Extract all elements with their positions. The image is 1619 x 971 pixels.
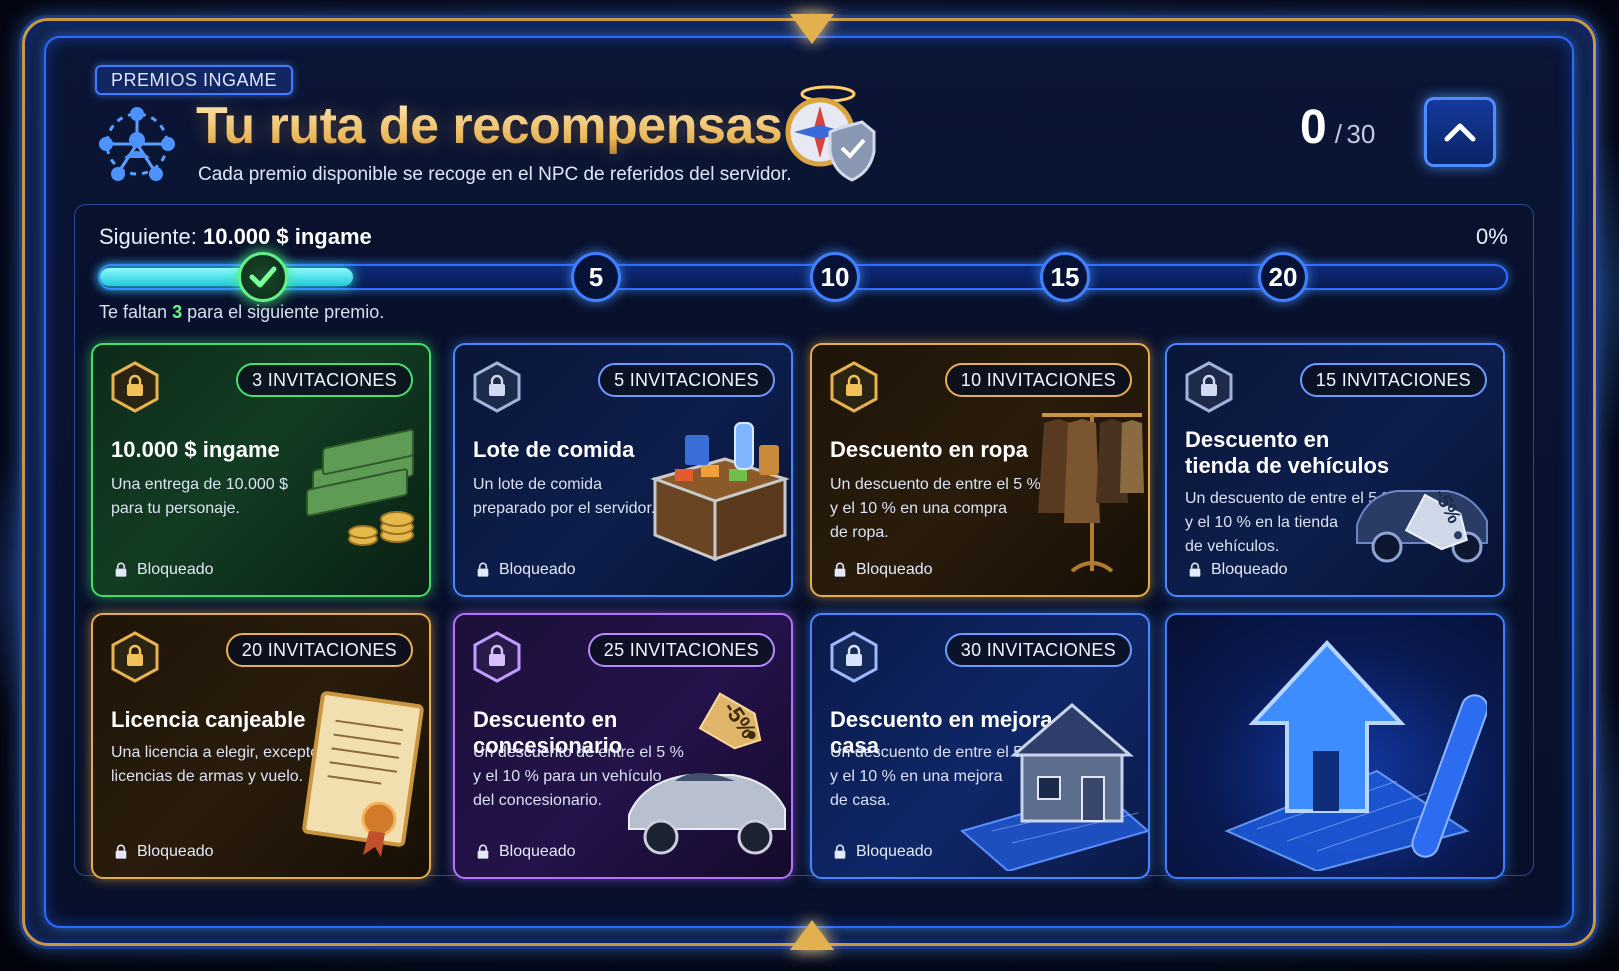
hint-prefix: Te faltan xyxy=(99,302,168,322)
collapse-button[interactable] xyxy=(1424,97,1496,167)
next-reward-label: Siguiente: 10.000 $ ingame xyxy=(99,224,372,250)
desc-line: para tu personaje. xyxy=(111,500,240,517)
milestone-10: 10 xyxy=(810,252,860,302)
upgrade-feature-card xyxy=(1165,613,1505,879)
reward-card-20[interactable]: 20 INVITACIONES Licencia canjeable Una l… xyxy=(91,613,431,879)
requirement-pill: 25 INVITACIONES xyxy=(587,633,775,667)
status-text: Bloqueado xyxy=(137,843,214,860)
next-reward-prefix: Siguiente: xyxy=(99,224,197,249)
lock-badge-icon xyxy=(473,361,521,413)
lock-badge-icon xyxy=(830,631,878,683)
food-crate-icon xyxy=(650,422,790,562)
desc-line: Un lote de comida xyxy=(473,476,602,493)
reward-title: Descuento en ropa xyxy=(830,437,1029,462)
status-label: Bloqueado xyxy=(832,561,933,579)
progress-hint: Te faltan 3 para el siguiente premio. xyxy=(99,302,384,323)
requirement-pill: 20 INVITACIONES xyxy=(225,633,413,667)
lock-icon xyxy=(476,844,490,860)
reward-card-30[interactable]: 30 INVITACIONES Descuento en mejora de c… xyxy=(810,613,1150,879)
lock-badge-icon xyxy=(1185,361,1233,413)
car-tag-icon xyxy=(1356,490,1488,563)
counter-separator: / xyxy=(1334,119,1342,149)
sports-car-icon xyxy=(628,692,786,855)
reward-card-25[interactable]: 25 INVITACIONES Descuento en concesionar… xyxy=(453,613,793,879)
milestone-check xyxy=(238,252,288,302)
referral-network-icon xyxy=(99,107,175,181)
requirement-pill: 10 INVITACIONES xyxy=(944,363,1132,397)
desc-line: de ropa. xyxy=(830,524,889,541)
requirement-pill: 3 INVITACIONES xyxy=(236,363,413,397)
compass-shield-icon xyxy=(785,85,876,182)
lock-icon xyxy=(833,844,847,860)
lock-icon xyxy=(833,562,847,578)
desc-line: y el 10 % en una compra xyxy=(830,500,1007,517)
reward-description: Un lote de comida preparado por el servi… xyxy=(473,473,655,521)
lock-badge-icon xyxy=(111,361,159,413)
lock-badge-icon xyxy=(111,631,159,683)
next-reward-value: 10.000 $ ingame xyxy=(202,224,372,249)
progress-percent: 0% xyxy=(1476,224,1508,249)
requirement-pill: 5 INVITACIONES xyxy=(598,363,775,397)
reward-title: 10.000 $ ingame xyxy=(111,437,280,462)
counter-current: 0 xyxy=(1300,101,1327,154)
certificate-icon xyxy=(302,691,424,857)
hint-count: 3 xyxy=(172,302,183,322)
chevron-up-icon xyxy=(1444,123,1476,142)
status-label: Bloqueado xyxy=(113,561,214,579)
house-blueprint-icon xyxy=(959,703,1148,871)
status-label: Bloqueado xyxy=(832,843,933,861)
clothes-rack-icon xyxy=(1038,413,1144,573)
reward-description: Un descuento de entre el 5 % y el 10 % e… xyxy=(830,473,1041,545)
status-label: Bloqueado xyxy=(475,843,576,861)
reward-card-10[interactable]: 10 INVITACIONES Descuento en ropa Un des… xyxy=(810,343,1150,597)
lock-icon xyxy=(476,562,490,578)
reward-title: Licencia canjeable xyxy=(111,707,306,732)
status-label: Bloqueado xyxy=(475,561,576,579)
reward-description: Una entrega de 10.000 $ para tu personaj… xyxy=(111,473,288,521)
milestone-15: 15 xyxy=(1040,252,1090,302)
milestone-20: 20 xyxy=(1258,252,1308,302)
reward-card-15[interactable]: 15 INVITACIONES Descuento en tienda de v… xyxy=(1165,343,1505,597)
lock-badge-icon xyxy=(830,361,878,413)
lock-icon xyxy=(114,844,128,860)
hint-suffix: para el siguiente premio. xyxy=(187,302,385,322)
page-subtitle: Cada premio disponible se recoge en el N… xyxy=(198,164,792,185)
status-text: Bloqueado xyxy=(499,843,576,860)
status-text: Bloqueado xyxy=(137,561,214,578)
money-stack-icon xyxy=(306,429,414,546)
bottom-ornament xyxy=(790,920,834,950)
lock-icon xyxy=(1188,562,1202,578)
desc-line: preparado por el servidor. xyxy=(473,500,656,517)
invitation-counter: 0/ 30 xyxy=(1300,100,1375,155)
reward-card-3[interactable]: 3 INVITACIONES 10.000 $ ingame Una entre… xyxy=(91,343,431,597)
status-text: Bloqueado xyxy=(499,561,576,578)
status-label: Bloqueado xyxy=(1187,561,1288,579)
requirement-pill: 15 INVITACIONES xyxy=(1299,363,1487,397)
requirement-pill: 30 INVITACIONES xyxy=(944,633,1132,667)
lock-badge-icon xyxy=(473,631,521,683)
lock-icon xyxy=(114,562,128,578)
section-badge: PREMIOS INGAME xyxy=(95,65,294,95)
desc-line: Una entrega de 10.000 $ xyxy=(111,476,289,493)
top-ornament xyxy=(790,14,834,44)
page-title: Tu ruta de recompensas xyxy=(196,97,783,155)
progress-fill xyxy=(100,268,353,286)
milestone-5: 5 xyxy=(571,252,621,302)
status-text: Bloqueado xyxy=(1211,561,1288,578)
counter-max: 30 xyxy=(1346,119,1376,149)
reward-card-5[interactable]: 5 INVITACIONES Lote de comida Un lote de… xyxy=(453,343,793,597)
desc-line: Un descuento de entre el 5 % xyxy=(830,476,1041,493)
upgrade-arrow-blueprint-icon xyxy=(1224,640,1487,871)
status-text: Bloqueado xyxy=(856,561,933,578)
status-text: Bloqueado xyxy=(856,843,933,860)
checkmark-icon xyxy=(249,266,277,288)
status-label: Bloqueado xyxy=(113,843,214,861)
